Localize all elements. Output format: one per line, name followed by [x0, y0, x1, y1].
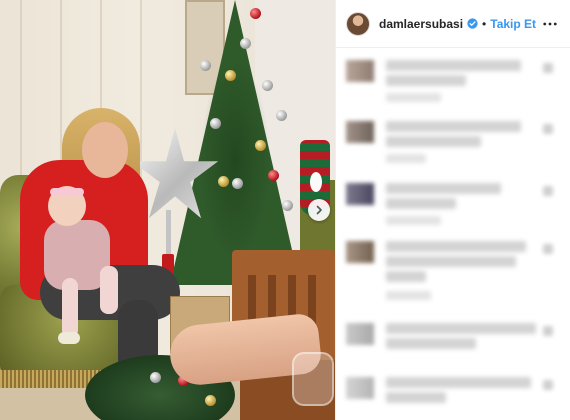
comment-text	[386, 256, 516, 267]
comment-like-icon[interactable]	[543, 63, 553, 73]
comment-meta	[386, 154, 426, 163]
follow-button[interactable]: Takip Et	[490, 17, 536, 31]
curtain	[20, 0, 22, 200]
comment-text	[386, 241, 526, 252]
comment-text	[386, 121, 521, 132]
curtain	[140, 0, 142, 200]
comment-item	[336, 116, 570, 168]
ornament	[225, 70, 236, 81]
post-photo[interactable]	[0, 0, 335, 420]
comment-text	[386, 60, 521, 71]
more-options-button[interactable]	[541, 15, 559, 33]
comment-text	[386, 198, 456, 209]
comment-avatar	[346, 60, 374, 82]
verified-badge-icon	[467, 18, 478, 29]
comment-like-icon[interactable]	[543, 380, 553, 390]
baby-leg	[62, 278, 78, 338]
ornament	[255, 140, 266, 151]
next-photo-button[interactable]	[308, 199, 330, 221]
comment-text	[386, 136, 481, 147]
username-link[interactable]: damlaersubasi	[379, 17, 463, 31]
more-options-icon	[543, 22, 557, 25]
baby-leg	[100, 266, 118, 314]
avatar[interactable]	[346, 11, 370, 36]
snowman-decoration	[310, 172, 322, 192]
comment-avatar	[346, 241, 374, 263]
baby-shoe	[58, 332, 80, 344]
comment-like-icon[interactable]	[543, 326, 553, 336]
comment-meta	[386, 291, 431, 300]
comment-item	[336, 236, 570, 306]
chevron-right-icon	[316, 205, 322, 215]
comment-avatar	[346, 377, 374, 399]
comment-text	[386, 323, 536, 334]
comment-avatar	[346, 323, 374, 345]
woman-face	[82, 122, 128, 178]
comment-text	[386, 271, 426, 282]
ornament	[250, 8, 261, 19]
ornament	[282, 200, 293, 211]
ornament	[205, 395, 216, 406]
comment-meta	[386, 216, 441, 225]
separator-dot: •	[482, 16, 487, 31]
ornament	[218, 176, 229, 187]
post-header: damlaersubasi • Takip Et	[336, 0, 570, 48]
ornament	[276, 110, 287, 121]
ornament	[268, 170, 279, 181]
watermark-logo	[292, 352, 334, 406]
ornament	[200, 60, 211, 71]
comment-text	[386, 75, 466, 86]
comment-text	[386, 377, 531, 388]
comment-avatar	[346, 121, 374, 143]
comment-item	[336, 178, 570, 230]
comment-like-icon[interactable]	[543, 124, 553, 134]
ornament	[150, 372, 161, 383]
comment-meta	[386, 93, 441, 102]
ornament	[262, 80, 273, 91]
comment-item	[336, 372, 570, 418]
ornament	[232, 178, 243, 189]
post-details-panel: damlaersubasi • Takip Et	[335, 0, 570, 420]
ornament	[210, 118, 221, 129]
ornament	[240, 38, 251, 49]
tree-shade	[200, 60, 270, 260]
comment-text	[386, 183, 501, 194]
comment-text	[386, 338, 476, 349]
baby-headband	[50, 188, 84, 196]
comment-like-icon[interactable]	[543, 186, 553, 196]
comment-item	[336, 318, 570, 366]
comment-like-icon[interactable]	[543, 244, 553, 254]
comment-text	[386, 392, 446, 403]
comment-item	[336, 55, 570, 107]
comment-avatar	[346, 183, 374, 205]
